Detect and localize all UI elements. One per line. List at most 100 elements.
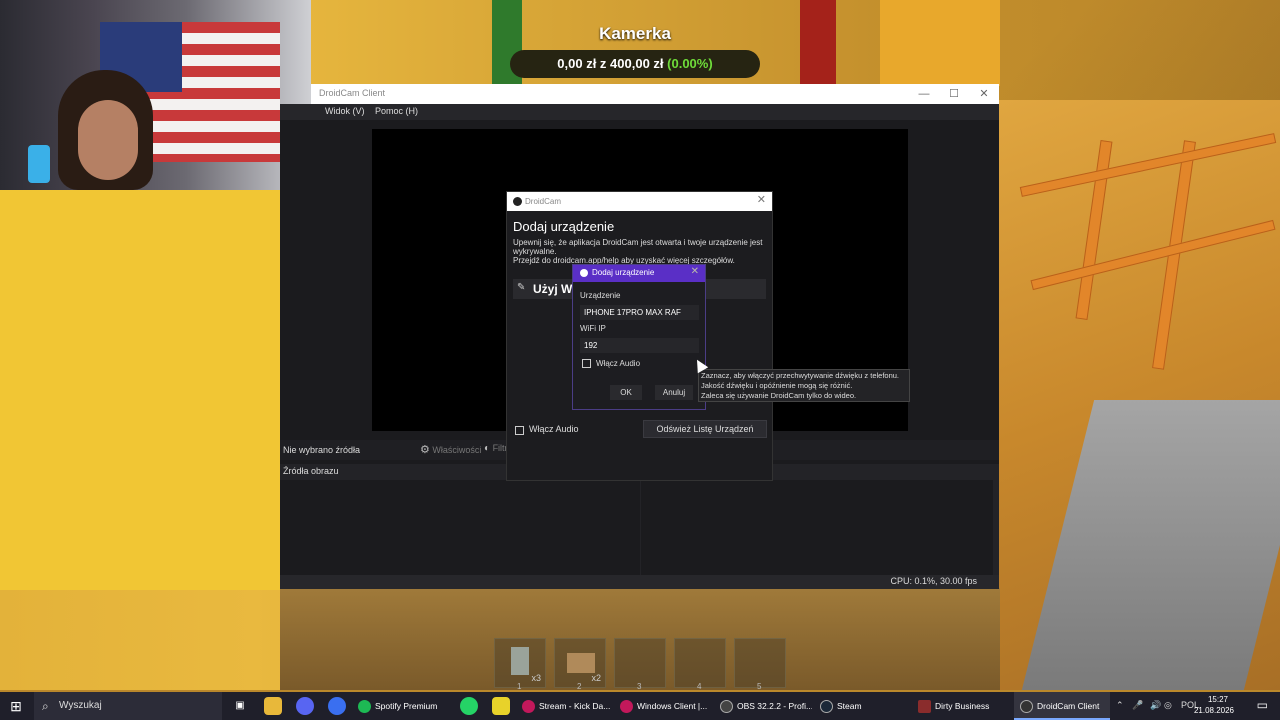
dialog-title: DroidCam	[525, 197, 562, 206]
item-icon	[567, 653, 595, 673]
browser-icon	[620, 700, 633, 714]
ok-button[interactable]: OK	[610, 385, 642, 400]
clock-date[interactable]: 21.08.2026	[1194, 706, 1234, 715]
microphone-icon[interactable]: 🎤	[1132, 700, 1143, 711]
inner-enable-audio-label: Włącz Audio	[596, 359, 641, 368]
dock-header: Źródła obrazu	[283, 466, 339, 476]
taskbar-app-windows-client[interactable]: Windows Client |...	[620, 692, 712, 720]
inner-dialog-titlebar[interactable]: Dodaj urządzenie ✕	[573, 265, 705, 282]
enable-audio-checkbox[interactable]	[515, 426, 524, 435]
hotbar-slot[interactable]: 3	[614, 638, 666, 691]
game-pillar	[800, 0, 836, 86]
goal-percent: (0.00%)	[667, 56, 713, 71]
taskbar-app-spotify[interactable]: Spotify Premium	[358, 692, 448, 720]
droidcam-icon	[1020, 700, 1033, 714]
enable-audio-label: Włącz Audio	[529, 424, 579, 434]
tooltip-line: Zaznacz, aby włączyć przechwytywanie dźw…	[701, 371, 900, 380]
slot-count: x3	[531, 673, 541, 683]
close-icon[interactable]: ✕	[757, 193, 766, 206]
windows-start-icon[interactable]: ⊞	[0, 692, 32, 720]
notification-icon[interactable]: ▭	[1257, 698, 1268, 712]
taskbar-app-droidcam[interactable]: DroidCam Client	[1014, 692, 1110, 720]
game-pillar	[880, 0, 1000, 86]
refresh-devices-button[interactable]: Odśwież Listę Urządzeń	[643, 420, 767, 438]
app-icon[interactable]	[328, 697, 346, 715]
metal-ramp	[1021, 400, 1280, 690]
minimize-button[interactable]: —	[909, 86, 939, 102]
menubar: Widok (V) Pomoc (H)	[280, 104, 999, 120]
lamp	[28, 145, 50, 183]
edit-icon: ✎	[517, 282, 526, 293]
taskbar-app-label: Spotify Premium	[375, 701, 438, 711]
menu-help[interactable]: Pomoc (H)	[375, 106, 418, 116]
tooltip-line: Jakość dźwięku i opóźnienie mogą się róż…	[701, 381, 853, 390]
game-scene-right	[998, 100, 1280, 690]
clock-time[interactable]: 15:27	[1208, 695, 1228, 704]
hotbar-slot[interactable]: x3 1	[494, 638, 546, 691]
taskbar-search[interactable]: ⌕ Wyszukaj	[34, 692, 222, 720]
browser-icon	[522, 700, 535, 714]
close-icon[interactable]: ✕	[691, 266, 699, 277]
goal-amount: 0,00 zł z 400,00 zł	[557, 56, 664, 71]
file-explorer-icon[interactable]	[264, 697, 282, 715]
cancel-button[interactable]: Anuluj	[655, 385, 693, 400]
spotify-icon	[358, 700, 371, 714]
goal-progress: 0,00 zł z 400,00 zł (0.00%)	[510, 50, 760, 78]
hotbar-slot[interactable]: 5	[734, 638, 786, 691]
gear-icon: ⚙	[420, 444, 430, 456]
discord-icon[interactable]	[296, 697, 314, 715]
taskbar-app-stream[interactable]: Stream - Kick Da...	[522, 692, 610, 720]
hotbar-slot[interactable]: 4	[674, 638, 726, 691]
device-label: Urządzenie	[580, 291, 621, 300]
properties-button[interactable]: ⚙ Właściwości	[420, 443, 481, 456]
slot-count: x2	[591, 673, 601, 683]
taskbar-app-label: Windows Client |...	[637, 701, 708, 711]
taskbar-app-label: OBS 32.2.2 - Profi...	[737, 701, 812, 711]
search-placeholder: Wyszukaj	[59, 700, 102, 711]
slot-number: 3	[637, 682, 642, 691]
taskbar-app-dirty-business[interactable]: Dirty Business	[918, 692, 1008, 720]
search-icon: ⌕	[42, 699, 49, 713]
network-icon[interactable]: ◎	[1164, 700, 1172, 711]
droidcam-icon	[513, 197, 522, 206]
taskbar-app-label: Dirty Business	[935, 701, 990, 711]
railing-bar	[1019, 133, 1277, 197]
taskbar-app-label: Stream - Kick Da...	[539, 701, 610, 711]
dock-area-right	[641, 480, 993, 576]
slot-number: 1	[517, 682, 522, 691]
chevron-up-icon[interactable]: ⌃	[1116, 700, 1124, 711]
obs-icon	[720, 700, 733, 714]
inner-enable-audio-checkbox[interactable]	[582, 359, 591, 368]
taskbar-app-obs[interactable]: OBS 32.2.2 - Profi...	[720, 692, 812, 720]
wifi-ip-input[interactable]	[580, 338, 699, 353]
volume-icon[interactable]: 🔊	[1150, 700, 1161, 711]
task-view-icon[interactable]: ▣	[231, 697, 249, 715]
game-wall	[0, 190, 280, 590]
droidcam-icon	[580, 269, 588, 277]
properties-label: Właściwości	[432, 445, 482, 455]
menu-view[interactable]: Widok (V)	[325, 106, 365, 116]
railing-post	[1075, 140, 1113, 320]
steam-icon	[820, 700, 833, 714]
close-button[interactable]: ✕	[969, 86, 999, 102]
streamer-face	[78, 100, 138, 180]
hotbar-slot[interactable]: x2 2	[554, 638, 606, 691]
device-input[interactable]	[580, 305, 699, 320]
taskbar-app-steam[interactable]: Steam	[820, 692, 910, 720]
dialog-description: Upewnij się, że aplikacja DroidCam jest …	[513, 238, 763, 256]
app-titlebar[interactable]: DroidCam Client — ☐ ✕	[311, 84, 999, 104]
dialog-titlebar[interactable]: DroidCam ✕	[507, 192, 772, 211]
status-bar: CPU: 0.1%, 30.00 fps	[280, 575, 999, 589]
maximize-button[interactable]: ☐	[939, 86, 969, 102]
no-source-label: Nie wybrano źródła	[283, 445, 361, 455]
game-icon	[918, 700, 931, 714]
slot-number: 4	[697, 682, 702, 691]
railing-bar	[1030, 219, 1276, 291]
item-icon	[511, 647, 529, 675]
taskbar-app-label: DroidCam Client	[1037, 701, 1100, 711]
notes-icon[interactable]	[492, 697, 510, 715]
app-title: DroidCam Client	[319, 88, 386, 98]
whatsapp-icon[interactable]	[460, 697, 478, 715]
status-text: CPU: 0.1%, 30.00 fps	[890, 576, 977, 586]
tooltip-line: Zaleca się używanie DroidCam tylko do wi…	[701, 391, 857, 400]
